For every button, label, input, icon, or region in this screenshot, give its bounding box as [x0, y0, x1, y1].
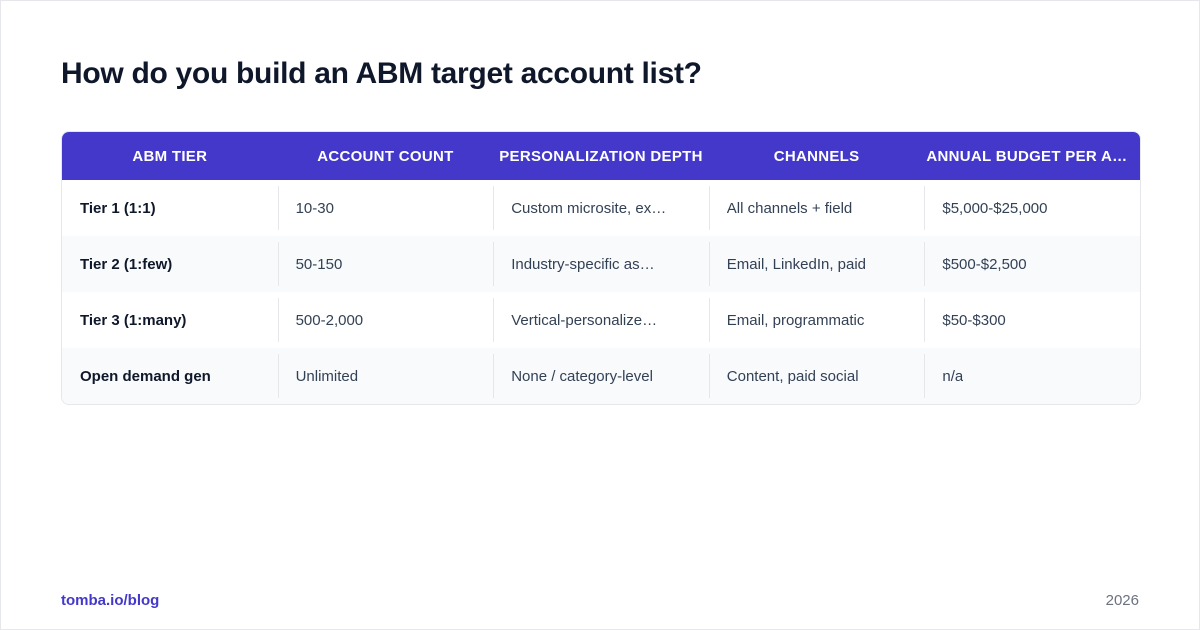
column-header-personalization-depth: PERSONALIZATION DEPTH	[499, 147, 703, 165]
table-cell: $5,000-$25,000	[924, 180, 1140, 236]
table-cell: $50-$300	[924, 292, 1140, 348]
table-header: ABM TIER ACCOUNT COUNT PERSONALIZATION D…	[62, 132, 1140, 180]
table-row: Tier 1 (1:1) 10-30 Custom microsite, ex……	[62, 180, 1140, 236]
source-link[interactable]: tomba.io/blog	[61, 592, 159, 609]
column-header-channels: CHANNELS	[773, 147, 860, 165]
table-cell: Open demand gen	[80, 367, 211, 385]
table-cell: Industry-specific as…	[493, 236, 709, 292]
table-cell: 50-150	[277, 236, 494, 292]
table-cell: None / category-level	[493, 348, 709, 404]
table-cell: 10-30	[277, 180, 494, 236]
table-row: Tier 2 (1:few) 50-150 Industry-specific …	[62, 236, 1140, 292]
table-cell: Custom microsite, ex…	[493, 180, 709, 236]
page-title: How do you build an ABM target account l…	[61, 57, 702, 90]
table-row: Tier 3 (1:many) 500-2,000 Vertical-perso…	[62, 292, 1140, 348]
table-cell: Tier 3 (1:many)	[80, 311, 187, 329]
table-cell: Unlimited	[277, 348, 494, 404]
table-cell: Tier 2 (1:few)	[80, 255, 173, 273]
table-cell: All channels + field	[708, 180, 925, 236]
table-cell: Tier 1 (1:1)	[80, 199, 156, 217]
table-cell: n/a	[924, 348, 1140, 404]
column-header-abm-tier: ABM TIER	[132, 147, 208, 165]
table-cell: Email, LinkedIn, paid	[708, 236, 925, 292]
table-cell: Email, programmatic	[708, 292, 925, 348]
table-row: Open demand gen Unlimited None / categor…	[62, 348, 1140, 404]
year-label: 2026	[1105, 592, 1139, 609]
table-cell: Content, paid social	[708, 348, 925, 404]
page-frame: How do you build an ABM target account l…	[0, 0, 1200, 630]
column-header-account-count: ACCOUNT COUNT	[317, 147, 454, 165]
table-cell: Vertical-personalize…	[493, 292, 709, 348]
column-header-annual-budget: ANNUAL BUDGET PER AC…	[926, 147, 1138, 165]
table-cell: 500-2,000	[277, 292, 494, 348]
table-cell: $500-$2,500	[924, 236, 1140, 292]
abm-tier-table: ABM TIER ACCOUNT COUNT PERSONALIZATION D…	[61, 131, 1141, 405]
